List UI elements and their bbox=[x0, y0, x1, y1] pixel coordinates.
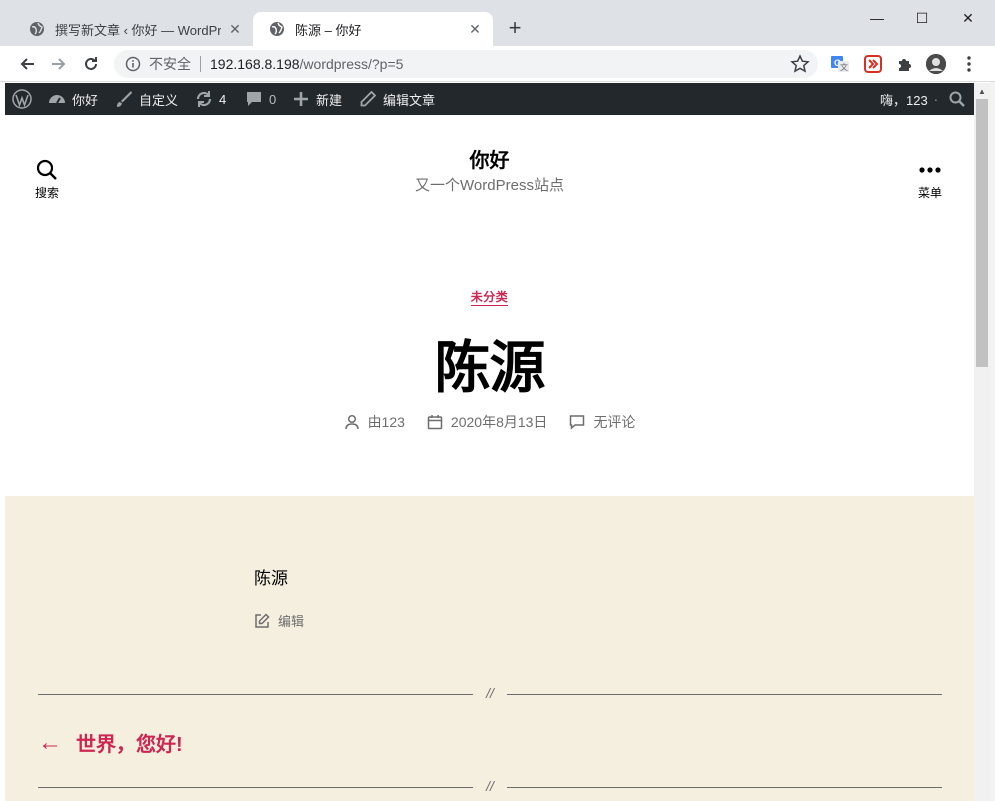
minimize-button[interactable]: — bbox=[862, 8, 892, 28]
post-comments[interactable]: 无评论 bbox=[569, 412, 635, 432]
site-title[interactable]: 你好 bbox=[5, 144, 974, 173]
tab-write-post[interactable]: 撰写新文章 ‹ 你好 — WordPress ✕ bbox=[13, 12, 253, 46]
account-dot: · bbox=[933, 91, 939, 107]
admin-new-link[interactable]: 新建 bbox=[292, 83, 342, 115]
info-icon[interactable] bbox=[125, 56, 141, 72]
post-content-area: 陈源 编辑 // ← 世界，您好! // bbox=[5, 496, 974, 801]
admin-updates-link[interactable]: 4 bbox=[195, 83, 226, 115]
separator bbox=[200, 56, 201, 72]
post-content: 陈源 bbox=[254, 569, 288, 588]
previous-post-link[interactable]: ← 世界，您好! bbox=[38, 728, 183, 757]
address-bar[interactable]: 不安全 192.168.8.198/wordpress/?p=5 bbox=[114, 50, 818, 78]
site-description: 又一个WordPress站点 bbox=[415, 177, 564, 194]
admin-account-menu[interactable]: 嗨，123 · bbox=[880, 83, 938, 115]
admin-new-label: 新建 bbox=[316, 92, 343, 108]
translate-extension-icon[interactable]: G文 bbox=[830, 54, 850, 74]
admin-site-link[interactable]: 你好 bbox=[48, 83, 98, 115]
header-menu-toggle[interactable]: 菜单 bbox=[915, 159, 945, 201]
updates-icon bbox=[196, 91, 212, 107]
admin-customize-link[interactable]: 自定义 bbox=[115, 83, 178, 115]
admin-customize-label: 自定义 bbox=[139, 92, 179, 108]
comments-label: 无评论 bbox=[593, 414, 636, 430]
edit-post-link[interactable]: 编辑 bbox=[254, 611, 304, 630]
url-path: /wordpress/?p=5 bbox=[299, 56, 404, 72]
comment-icon bbox=[247, 92, 261, 106]
back-arrow-icon[interactable] bbox=[16, 53, 38, 75]
wp-admin-bar: 你好 自定义 4 0 新建 编辑文章 嗨，123 · bbox=[5, 83, 990, 115]
admin-search-icon[interactable] bbox=[949, 83, 965, 115]
comment-bubble-icon bbox=[570, 415, 585, 430]
tab-title: 陈源 – 你好 bbox=[295, 22, 362, 38]
more-dots-icon bbox=[919, 167, 941, 173]
previous-post-title: 世界，您好! bbox=[76, 734, 183, 756]
divider-mark: // bbox=[486, 685, 494, 701]
post-title: 陈源 bbox=[434, 336, 546, 399]
category-label: 未分类 bbox=[470, 290, 509, 306]
security-status: 不安全 bbox=[149, 56, 191, 72]
puzzle-extensions-icon[interactable] bbox=[895, 54, 915, 74]
svg-text:文: 文 bbox=[840, 62, 848, 72]
admin-comments-count: 0 bbox=[269, 91, 277, 107]
admin-edit-post-link[interactable]: 编辑文章 bbox=[359, 83, 435, 115]
scroll-up-arrow-icon[interactable]: ▲ bbox=[974, 83, 990, 99]
author-label: 由123 bbox=[367, 414, 405, 430]
edit-label: 编辑 bbox=[278, 614, 305, 629]
red-extension-icon[interactable] bbox=[863, 54, 883, 74]
left-arrow-icon: ← bbox=[38, 728, 62, 756]
post-category-link[interactable]: 未分类 bbox=[5, 288, 974, 306]
reload-icon[interactable] bbox=[80, 53, 102, 75]
url-host: 192.168.8.198 bbox=[210, 56, 300, 72]
maximize-button[interactable]: ☐ bbox=[907, 8, 937, 28]
globe-icon bbox=[30, 22, 44, 36]
post-author[interactable]: 由123 bbox=[344, 412, 405, 432]
tab-close-icon[interactable]: ✕ bbox=[467, 21, 483, 38]
forward-arrow-icon[interactable] bbox=[48, 53, 70, 75]
admin-edit-post-label: 编辑文章 bbox=[383, 92, 436, 108]
tab-title: 撰写新文章 ‹ 你好 — WordPress bbox=[55, 22, 221, 38]
section-divider: // bbox=[38, 778, 942, 794]
browser-toolbar: 不安全 192.168.8.198/wordpress/?p=5 G文 bbox=[0, 46, 995, 82]
globe-icon bbox=[270, 22, 284, 36]
menu-kebab-icon[interactable] bbox=[958, 53, 980, 75]
scrollbar-thumb[interactable] bbox=[976, 99, 988, 367]
dashboard-icon bbox=[49, 95, 65, 104]
new-tab-button[interactable]: + bbox=[503, 16, 527, 40]
user-icon bbox=[344, 414, 359, 430]
calendar-icon bbox=[427, 415, 443, 430]
plus-icon bbox=[294, 92, 308, 106]
admin-comments-link[interactable]: 0 bbox=[245, 83, 276, 115]
window-close-button[interactable]: ✕ bbox=[953, 8, 983, 28]
section-divider: // bbox=[38, 685, 942, 701]
wordpress-logo-icon[interactable] bbox=[12, 83, 32, 115]
post-meta: 由123 2020年8月13日 无评论 bbox=[5, 412, 974, 432]
date-label: 2020年8月13日 bbox=[450, 414, 548, 430]
admin-updates-count: 4 bbox=[219, 91, 227, 107]
post-date[interactable]: 2020年8月13日 bbox=[427, 412, 548, 432]
admin-site-name: 你好 bbox=[72, 92, 99, 108]
desktop-background bbox=[990, 0, 995, 801]
admin-greeting: 嗨，123 bbox=[880, 92, 928, 108]
pencil-icon bbox=[360, 90, 377, 107]
brush-icon bbox=[117, 91, 132, 107]
edit-icon bbox=[255, 612, 270, 628]
tab-current-post[interactable]: 陈源 – 你好 ✕ bbox=[253, 12, 493, 46]
browser-titlebar: 撰写新文章 ‹ 你好 — WordPress ✕ 陈源 – 你好 ✕ + — ☐… bbox=[0, 0, 995, 46]
page-viewport: 搜索 你好 又一个WordPress站点 菜单 未分类 陈源 由123 2020… bbox=[5, 115, 974, 801]
tab-close-icon[interactable]: ✕ bbox=[227, 21, 243, 38]
bookmark-star-icon[interactable] bbox=[790, 54, 810, 74]
menu-label: 菜单 bbox=[917, 186, 942, 200]
divider-mark: // bbox=[486, 778, 494, 794]
profile-avatar[interactable] bbox=[926, 54, 946, 74]
